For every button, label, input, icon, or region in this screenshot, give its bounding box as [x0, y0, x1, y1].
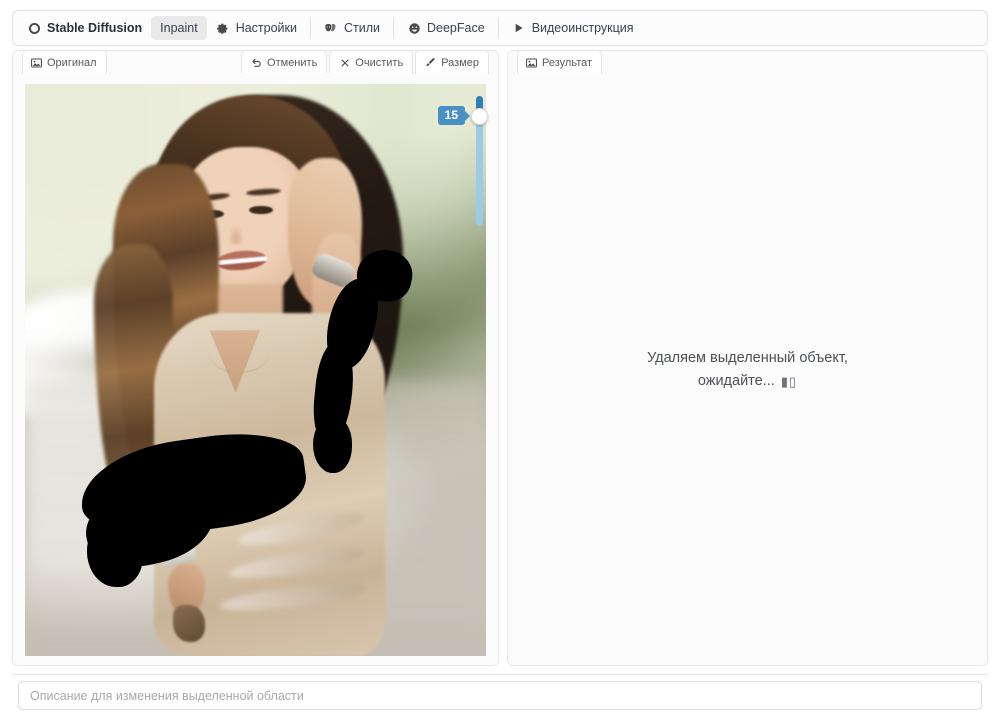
undo-button-label: Отменить [267, 56, 318, 69]
processing-status: Удаляем выделенный объект, ожидайте... ▮▯ [633, 347, 863, 392]
nav-tab-deepface-label: DeepFace [427, 21, 485, 35]
nav-brand-label: Stable Diffusion [47, 21, 143, 35]
main-navbar: Stable Diffusion Inpaint Настройки Стили… [12, 10, 988, 46]
prompt-input[interactable] [18, 681, 982, 710]
original-photo [25, 84, 486, 656]
brush-icon [425, 57, 436, 68]
tab-result-label: Результат [542, 56, 593, 69]
clear-button-label: Очистить [355, 56, 404, 69]
tab-result[interactable]: Результат [517, 50, 603, 74]
nav-tab-video-instruction[interactable]: Видеоинструкция [503, 16, 643, 40]
brush-size-value-badge: 15 [437, 106, 471, 125]
play-triangle-icon [512, 21, 526, 35]
image-icon [526, 57, 537, 68]
image-icon [31, 57, 42, 68]
brush-size-slider[interactable]: 15 [437, 96, 488, 226]
nav-tab-inpaint[interactable]: Inpaint [151, 16, 207, 40]
result-panel: Результат Удаляем выделенный объект, ожи… [507, 50, 988, 666]
slider-thumb[interactable] [471, 108, 488, 125]
tab-original-label: Оригинал [47, 56, 97, 69]
clear-button[interactable]: Очистить [329, 50, 414, 74]
nav-divider [309, 18, 311, 38]
undo-arrow-icon [251, 57, 262, 68]
canvas-toolbar: Отменить Очистить Размер [239, 50, 489, 74]
gear-icon [216, 21, 230, 35]
x-clear-icon [339, 57, 350, 68]
nav-divider [393, 18, 394, 38]
result-body: Удаляем выделенный объект, ожидайте... ▮▯ [509, 75, 986, 664]
nav-brand-stable-diffusion[interactable]: Stable Diffusion [17, 16, 151, 40]
original-image-panel: Оригинал Отменить Очистить Размер 15 [12, 50, 499, 666]
smiley-face-icon [407, 21, 421, 35]
brush-size-button[interactable]: Размер [415, 50, 489, 74]
inpaint-canvas[interactable] [25, 84, 486, 656]
nav-tab-inpaint-label: Inpaint [160, 21, 198, 35]
nav-tab-settings-label: Настройки [235, 21, 297, 35]
undo-button[interactable]: Отменить [241, 50, 328, 74]
nav-tab-styles-label: Стили [343, 21, 380, 35]
brush-size-button-label: Размер [441, 56, 479, 69]
nav-divider [497, 18, 499, 38]
nav-tab-deepface[interactable]: DeepFace [398, 16, 494, 40]
theater-masks-icon [324, 21, 338, 35]
tab-original[interactable]: Оригинал [22, 50, 107, 74]
nav-tab-video-instruction-label: Видеоинструкция [531, 21, 634, 35]
processing-status-text: Удаляем выделенный объект, ожидайте... [647, 350, 848, 389]
loading-spinner-icon: ▮▯ [780, 373, 798, 389]
bottom-divider [12, 674, 988, 675]
nav-tab-styles[interactable]: Стили [315, 16, 389, 40]
circle-ring-icon [27, 21, 41, 35]
inpaint-mask-strokes [25, 84, 486, 656]
nav-tab-settings[interactable]: Настройки [207, 16, 306, 40]
